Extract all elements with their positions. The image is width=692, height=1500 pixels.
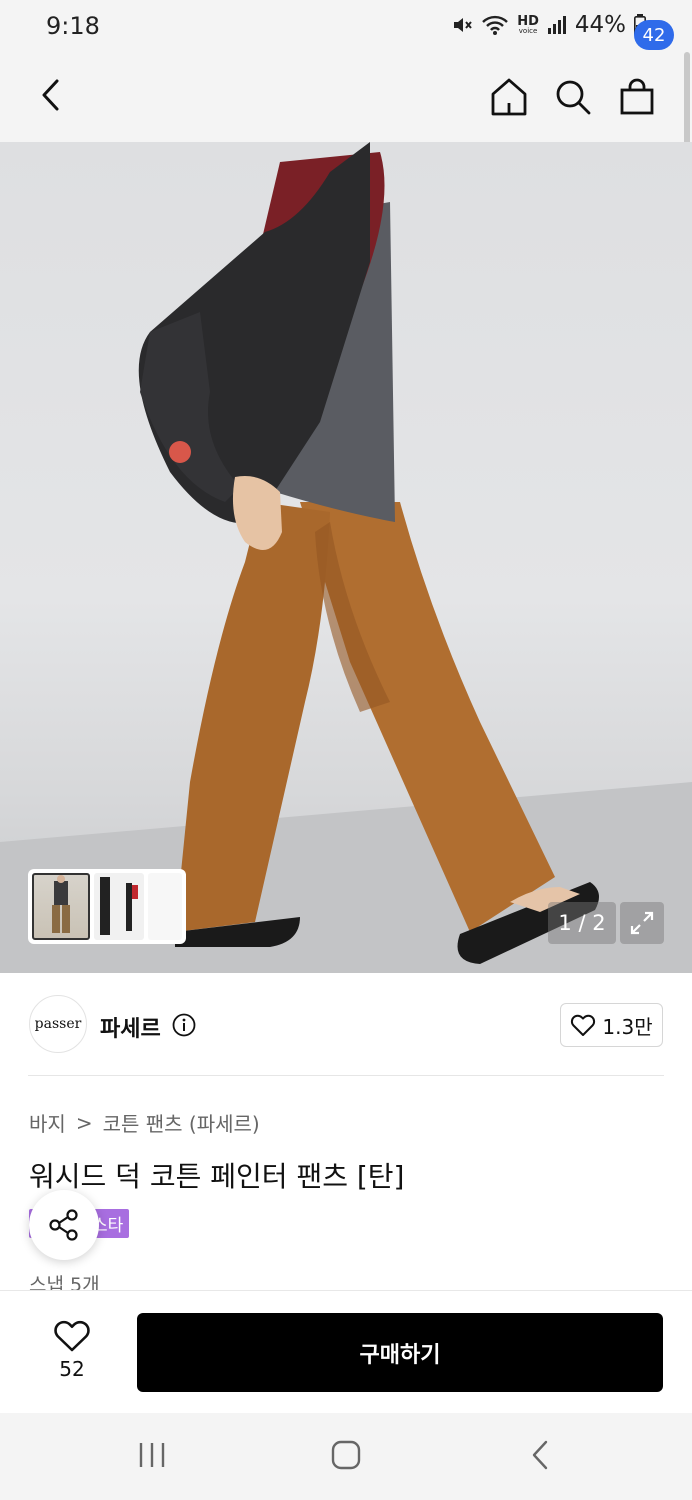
status-icons: HD voice 44%	[451, 12, 646, 38]
status-time: 9:18	[46, 12, 100, 40]
status-bar: 9:18 HD voice 44%	[0, 0, 692, 50]
thumbnail-1[interactable]	[32, 873, 90, 940]
mute-icon	[451, 14, 473, 36]
breadcrumb-category[interactable]: 바지	[29, 1108, 66, 1137]
search-icon	[556, 80, 591, 115]
favorite-button[interactable]: 52	[40, 1319, 104, 1389]
brand-name[interactable]: 파세르	[100, 1011, 161, 1043]
nav-back-button[interactable]	[518, 1435, 562, 1475]
thumbnail-2-figure	[100, 877, 138, 935]
favorite-count: 52	[59, 1357, 85, 1381]
signal-icon	[547, 15, 567, 35]
info-icon	[172, 1013, 196, 1037]
app-header	[0, 50, 692, 142]
hd-voice-indicator: HD voice	[517, 14, 539, 35]
cart-icon	[620, 78, 654, 115]
heart-icon	[54, 1320, 90, 1352]
thumbnail-1-figure	[52, 875, 70, 933]
thumbnail-2[interactable]	[94, 873, 144, 940]
back-icon	[42, 79, 59, 111]
back-button[interactable]	[28, 72, 74, 118]
thumbnail-strip[interactable]	[28, 869, 186, 944]
expand-image-button[interactable]	[620, 902, 664, 944]
brand-logo[interactable]: passer	[29, 995, 87, 1053]
share-button[interactable]	[29, 1190, 99, 1260]
brand-like-count: 1.3만	[602, 1014, 653, 1039]
nav-home-icon	[331, 1440, 361, 1470]
nav-back-icon	[532, 1440, 548, 1470]
battery-percent: 44%	[574, 12, 626, 38]
image-page-counter: 1 / 2	[548, 902, 616, 944]
nav-recents-button[interactable]	[130, 1435, 174, 1475]
share-icon	[49, 1209, 78, 1241]
heart-icon	[571, 1014, 596, 1036]
purchase-action-bar: 52 구매하기	[0, 1290, 692, 1413]
buy-button[interactable]: 구매하기	[137, 1313, 663, 1392]
section-divider	[28, 1075, 664, 1076]
search-button[interactable]	[550, 74, 596, 120]
brand-section: passer 파세르 1.3만	[0, 973, 692, 1075]
home-icon	[491, 78, 527, 116]
product-title: 워시드 덕 코튼 페인터 팬츠 [탄]	[29, 1160, 405, 1193]
cart-button[interactable]	[614, 74, 660, 120]
brand-like-button[interactable]: 1.3만	[560, 1003, 663, 1047]
product-image-carousel[interactable]: 1 / 2	[0, 142, 692, 973]
wifi-icon	[481, 14, 509, 36]
expand-icon	[630, 911, 654, 935]
home-button[interactable]	[486, 74, 532, 120]
breadcrumb-separator: >	[75, 1110, 93, 1135]
breadcrumb: 바지 > 코튼 팬츠 (파세르)	[29, 1108, 260, 1137]
brand-logo-text: passer	[34, 1016, 82, 1032]
breadcrumb-subcategory[interactable]: 코튼 팬츠 (파세르)	[103, 1108, 260, 1137]
thumbnail-3[interactable]	[148, 873, 182, 940]
cart-count-badge: 42	[634, 20, 674, 50]
system-navigation-bar	[0, 1413, 692, 1500]
nav-home-button[interactable]	[324, 1435, 368, 1475]
nav-recents-icon	[139, 1443, 165, 1467]
brand-info-button[interactable]	[172, 1013, 196, 1037]
product-photo	[0, 142, 692, 973]
